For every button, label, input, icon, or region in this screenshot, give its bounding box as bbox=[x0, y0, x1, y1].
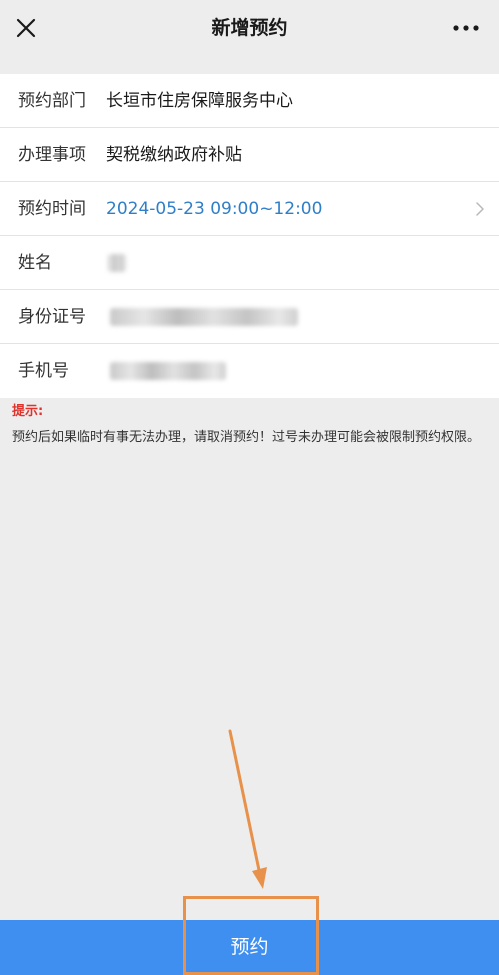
id-number-label: 身份证号 bbox=[18, 307, 86, 327]
form-row-service[interactable]: 办理事项 契税缴纳政府补贴 bbox=[0, 128, 499, 182]
annotation-arrow-icon bbox=[228, 729, 267, 889]
redacted-name bbox=[108, 254, 126, 272]
notice-text: 预约后如果临时有事无法办理，请取消预约！过号未办理可能会被限制预约权限。 bbox=[12, 430, 481, 445]
form-row-time[interactable]: 预约时间 2024-05-23 09:00~12:00 bbox=[0, 182, 499, 236]
close-button[interactable] bbox=[10, 12, 42, 44]
form-row-phone[interactable]: 手机号 bbox=[0, 344, 499, 398]
form-row-department[interactable]: 预约部门 长垣市住房保障服务中心 bbox=[0, 74, 499, 128]
more-horizontal-icon bbox=[453, 25, 479, 31]
notice-section: 提示: 预约后如果临时有事无法办理，请取消预约！过号未办理可能会被限制预约权限。 bbox=[12, 402, 488, 448]
submit-label: 预约 bbox=[230, 936, 269, 958]
form-row-name[interactable]: 姓名 bbox=[0, 236, 499, 290]
name-label: 姓名 bbox=[18, 253, 52, 273]
phone-label: 手机号 bbox=[18, 361, 69, 381]
chevron-right-icon bbox=[476, 202, 484, 216]
department-label: 预约部门 bbox=[18, 91, 86, 111]
service-value: 契税缴纳政府补贴 bbox=[106, 145, 242, 165]
close-icon bbox=[16, 18, 36, 38]
form-row-id-number[interactable]: 身份证号 bbox=[0, 290, 499, 344]
department-value: 长垣市住房保障服务中心 bbox=[106, 91, 293, 111]
redacted-id-number bbox=[110, 308, 298, 326]
service-label: 办理事项 bbox=[18, 145, 86, 165]
appointment-form: 预约部门 长垣市住房保障服务中心 办理事项 契税缴纳政府补贴 预约时间 2024… bbox=[0, 74, 499, 398]
redacted-phone bbox=[110, 362, 226, 380]
more-button[interactable] bbox=[451, 16, 481, 40]
title-bar: 新增预约 bbox=[0, 0, 499, 56]
time-value[interactable]: 2024-05-23 09:00~12:00 bbox=[106, 182, 322, 236]
time-label: 预约时间 bbox=[18, 199, 86, 219]
submit-appointment-button[interactable]: 预约 bbox=[0, 920, 499, 975]
notice-title: 提示: bbox=[12, 404, 44, 419]
page-title: 新增预约 bbox=[211, 17, 288, 39]
